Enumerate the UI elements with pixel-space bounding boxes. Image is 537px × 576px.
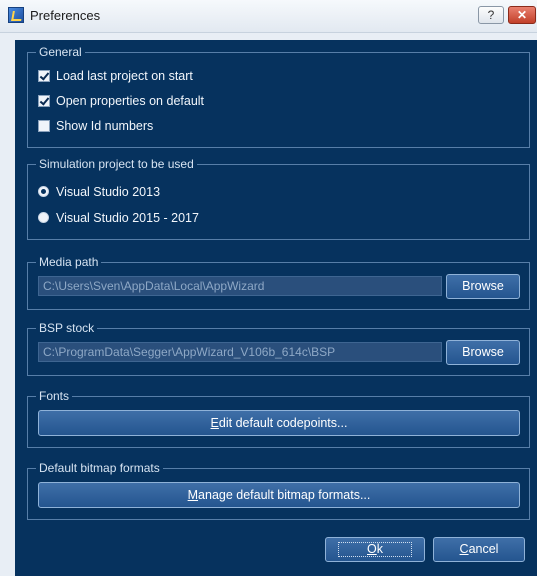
checkbox-checked-icon[interactable]	[38, 70, 50, 82]
checkbox-label: Show Id numbers	[56, 119, 154, 133]
cancel-button[interactable]: Cancel	[433, 537, 525, 562]
mnemonic-letter: E	[210, 416, 219, 430]
button-label: ancel	[468, 542, 499, 556]
button-label: anage default bitmap formats...	[198, 488, 371, 502]
radio-unselected-icon[interactable]	[38, 212, 49, 223]
close-icon: ✕	[516, 8, 528, 22]
bitmap-formats-group: Default bitmap formats Manage default bi…	[27, 461, 530, 520]
edit-default-codepoints-button[interactable]: Edit default codepoints...	[38, 410, 520, 436]
fonts-legend: Fonts	[36, 389, 73, 403]
general-legend: General	[36, 45, 85, 59]
ok-button[interactable]: Ok	[325, 537, 425, 562]
checkbox-checked-icon[interactable]	[38, 95, 50, 107]
media-path-browse-button[interactable]: Browse	[446, 274, 520, 299]
radio-label: Visual Studio 2013	[56, 185, 161, 199]
bsp-stock-field[interactable]: C:\ProgramData\Segger\AppWizard_V106b_61…	[38, 342, 442, 362]
fonts-group: Fonts Edit default codepoints...	[27, 389, 530, 448]
simulation-legend: Simulation project to be used	[36, 157, 197, 171]
mnemonic-letter: C	[459, 542, 469, 556]
mnemonic-letter: M	[187, 488, 199, 502]
bsp-stock-browse-button[interactable]: Browse	[446, 340, 520, 365]
general-group: General Load last project on start Open …	[27, 45, 530, 148]
manage-bitmap-formats-button[interactable]: Manage default bitmap formats...	[38, 482, 520, 508]
dialog-content: General Load last project on start Open …	[15, 40, 537, 576]
bitmap-formats-legend: Default bitmap formats	[36, 461, 163, 475]
bsp-stock-group: BSP stock C:\ProgramData\Segger\AppWizar…	[27, 321, 530, 376]
media-path-field[interactable]: C:\Users\Sven\AppData\Local\AppWizard	[38, 276, 442, 296]
checkbox-label: Load last project on start	[56, 69, 193, 83]
bsp-stock-legend: BSP stock	[36, 321, 98, 335]
checkbox-unchecked-icon[interactable]	[38, 120, 50, 132]
media-path-group: Media path C:\Users\Sven\AppData\Local\A…	[27, 255, 530, 310]
checkbox-label: Open properties on default	[56, 94, 205, 108]
media-path-legend: Media path	[36, 255, 102, 269]
help-button[interactable]: ?	[478, 6, 504, 24]
window-title: Preferences	[30, 8, 101, 23]
radio-selected-icon[interactable]	[38, 186, 49, 197]
preferences-window: Preferences ? ✕ General Load last projec…	[0, 0, 537, 576]
title-bar[interactable]: Preferences ? ✕	[0, 0, 537, 33]
radio-label: Visual Studio 2015 - 2017	[56, 211, 199, 225]
focus-rectangle	[338, 542, 412, 557]
simulation-group: Simulation project to be used Visual Stu…	[27, 157, 530, 240]
app-icon	[8, 7, 24, 23]
button-label: dit default codepoints...	[218, 416, 348, 430]
close-button[interactable]: ✕	[508, 6, 536, 24]
